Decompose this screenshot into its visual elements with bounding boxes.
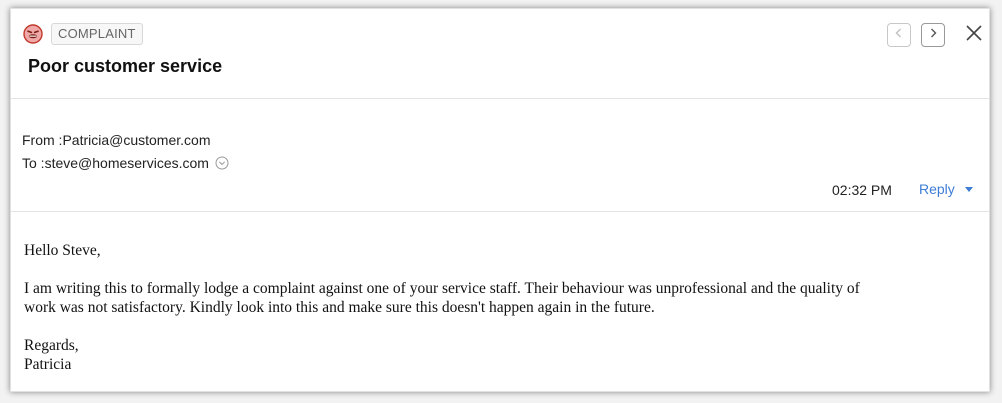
reply-label[interactable]: Reply [919, 181, 955, 197]
reply-dropdown-icon[interactable] [964, 186, 973, 192]
body-signature: Patricia [24, 356, 72, 373]
tag-row: COMPLAINT [23, 23, 143, 45]
body-closing: Regards, [24, 337, 79, 354]
close-icon [965, 24, 983, 47]
email-header: COMPLAINT Poor customer service [11, 9, 989, 99]
reply-button[interactable]: Reply [919, 181, 973, 197]
email-time: 02:32 PM [832, 182, 892, 198]
email-subject: Poor customer service [28, 56, 223, 76]
email-body: Hello Steve, I am writing this to formal… [24, 241, 974, 374]
body-line-2: work was not satisfactory. Kindly look i… [24, 299, 655, 316]
body-line-1: I am writing this to formally lodge a co… [24, 280, 860, 297]
to-address[interactable]: steve@homeservices.com [45, 155, 209, 171]
email-meta: From : Patricia@customer.com To : steve@… [11, 99, 989, 212]
email-card: COMPLAINT Poor customer service From : P… [10, 8, 990, 392]
body-greeting: Hello Steve, [24, 242, 101, 259]
chevron-left-icon [893, 26, 905, 44]
from-line: From : Patricia@customer.com [22, 132, 211, 148]
from-address[interactable]: Patricia@customer.com [62, 132, 210, 148]
angry-face-icon [23, 24, 43, 44]
to-label: To : [22, 155, 45, 171]
tag-badge[interactable]: COMPLAINT [51, 23, 143, 45]
from-label: From : [22, 132, 63, 148]
previous-email-button[interactable] [887, 23, 911, 47]
to-line: To : steve@homeservices.com [22, 155, 229, 171]
close-button[interactable] [963, 24, 985, 46]
next-email-button[interactable] [921, 23, 945, 47]
chevron-right-icon [927, 26, 939, 44]
chevron-down-circle-icon[interactable] [215, 156, 229, 170]
